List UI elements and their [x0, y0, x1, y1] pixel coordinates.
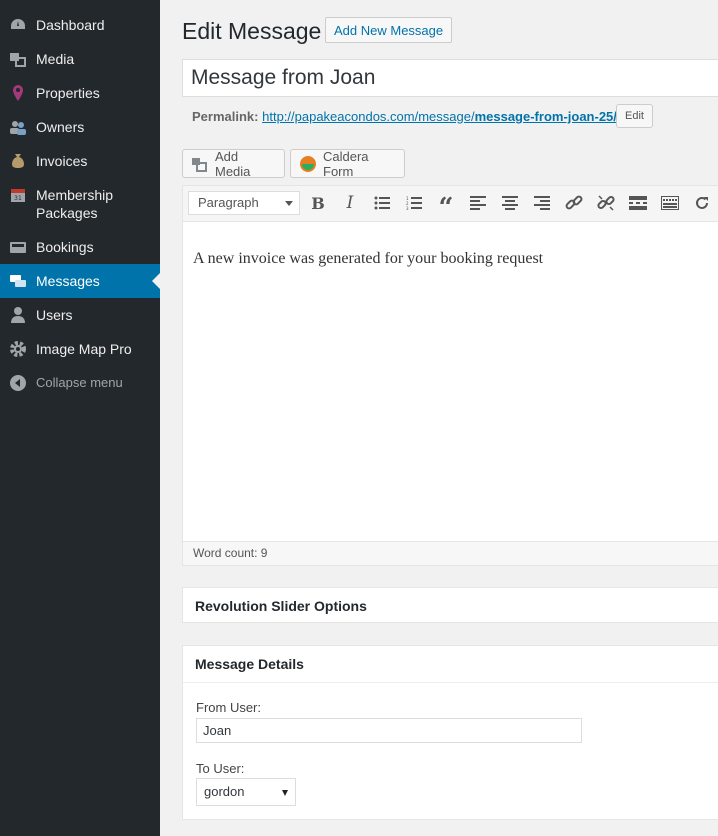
toolbar-toggle-icon: [661, 196, 679, 210]
message-details-title: Message Details: [195, 656, 304, 672]
permalink-link[interactable]: http://papakeacondos.com/message/message…: [262, 109, 617, 124]
permalink-label: Permalink:: [192, 109, 259, 124]
word-count: Word count: 9: [183, 541, 718, 565]
numbered-list-icon: 123: [406, 196, 422, 210]
collapse-menu-button[interactable]: Collapse menu: [0, 374, 160, 392]
user-icon: [9, 306, 27, 324]
sidebar-item-properties[interactable]: Properties: [0, 84, 160, 102]
align-center-button[interactable]: [498, 192, 522, 214]
refresh-icon: [696, 196, 708, 209]
add-media-button[interactable]: Add Media: [182, 148, 285, 179]
sidebar-item-users[interactable]: Users: [0, 306, 160, 324]
svg-text:3: 3: [406, 206, 409, 210]
money-bag-icon: [9, 152, 27, 170]
caldera-form-button[interactable]: Caldera Form: [290, 148, 405, 179]
format-select[interactable]: Paragraph: [188, 191, 300, 215]
italic-button[interactable]: I: [338, 192, 362, 214]
bullet-list-icon: [374, 196, 390, 210]
dashboard-icon: [9, 16, 27, 34]
sidebar-item-dashboard[interactable]: Dashboard: [0, 16, 160, 34]
divider: [183, 682, 718, 683]
chevron-down-icon: [285, 201, 293, 206]
insert-link-button[interactable]: [562, 192, 586, 214]
align-right-button[interactable]: [530, 192, 554, 214]
from-user-input[interactable]: [196, 718, 582, 743]
svg-text:31: 31: [14, 195, 22, 202]
sidebar-item-invoices[interactable]: Invoices: [0, 152, 160, 170]
sidebar-item-owners[interactable]: Owners: [0, 118, 160, 136]
owners-icon: [9, 118, 27, 136]
revolution-slider-options-box[interactable]: Revolution Slider Options: [182, 587, 718, 623]
sidebar-item-media[interactable]: Media: [0, 50, 160, 68]
sidebar-item-label: Dashboard: [36, 17, 105, 33]
message-title-input[interactable]: [182, 59, 718, 97]
sidebar-item-membership-packages[interactable]: 31 Membership Packages: [0, 186, 160, 222]
blockquote-button[interactable]: “: [434, 192, 458, 221]
sidebar-item-messages[interactable]: Messages: [0, 264, 160, 298]
align-center-icon: [502, 196, 518, 210]
align-left-button[interactable]: [466, 192, 490, 214]
collapse-arrow-icon: [9, 374, 27, 392]
editor-content[interactable]: A new invoice was generated for your boo…: [193, 250, 543, 268]
caldera-logo-icon: [299, 155, 317, 173]
page-title: Edit Message: [182, 18, 322, 44]
gear-icon: [9, 340, 27, 358]
chevron-down-icon: [282, 790, 288, 796]
sidebar-item-label: Image Map Pro: [36, 341, 132, 357]
caldera-form-label: Caldera Form: [323, 148, 369, 179]
remove-link-button[interactable]: [594, 192, 618, 214]
media-icon: [9, 50, 27, 68]
sidebar-item-label: Properties: [36, 85, 100, 101]
format-select-value: Paragraph: [198, 195, 259, 210]
sidebar-item-bookings[interactable]: Bookings: [0, 238, 160, 256]
revolution-slider-options-title: Revolution Slider Options: [195, 598, 367, 614]
bookings-icon: [9, 238, 27, 256]
unlink-icon: [597, 195, 615, 211]
align-left-icon: [470, 196, 486, 210]
sidebar-item-label: Media: [36, 51, 75, 67]
refresh-button[interactable]: [690, 192, 714, 214]
permalink-edit-button[interactable]: Edit: [616, 104, 653, 128]
numbered-list-button[interactable]: 123: [402, 192, 426, 214]
sidebar-item-label: Messages: [36, 273, 100, 289]
permalink: Permalink: http://papakeacondos.com/mess…: [192, 108, 617, 126]
toolbar-toggle-button[interactable]: [658, 192, 682, 214]
media-icon: [191, 156, 209, 172]
link-icon: [565, 195, 583, 210]
sidebar-item-label: Membership Packages: [36, 187, 114, 221]
italic-icon: I: [346, 193, 354, 213]
content-editor[interactable]: Paragraph B I 123 “ A new invoice was ge…: [182, 185, 718, 566]
bold-icon: B: [311, 193, 325, 213]
add-new-message-button[interactable]: Add New Message: [325, 17, 453, 43]
map-pin-icon: [9, 84, 27, 102]
bullet-list-button[interactable]: [370, 192, 394, 214]
sidebar-item-label: Bookings: [36, 239, 94, 255]
sidebar-item-label: Invoices: [36, 153, 88, 169]
read-more-button[interactable]: [626, 192, 650, 214]
permalink-base: http://papakeacondos.com/message/: [262, 109, 475, 124]
add-media-label: Add Media: [215, 148, 251, 179]
to-user-select[interactable]: gordon: [196, 778, 296, 806]
editor-toolbar: Paragraph B I 123 “: [183, 186, 718, 222]
messages-icon: [9, 272, 27, 290]
sidebar-item-label: Owners: [36, 119, 85, 135]
calendar-icon: 31: [9, 186, 27, 204]
permalink-slug: message-from-joan-25/: [474, 109, 617, 124]
read-more-icon: [629, 196, 647, 210]
sidebar-item-label: Users: [36, 307, 73, 323]
to-user-label: To User:: [196, 761, 245, 776]
message-details-box: Message Details From User: To User: gord…: [182, 645, 718, 820]
collapse-menu-label: Collapse menu: [36, 375, 123, 390]
bold-button[interactable]: B: [306, 192, 330, 214]
to-user-select-value: gordon: [204, 784, 245, 799]
sidebar-item-image-map-pro[interactable]: Image Map Pro: [0, 340, 160, 358]
align-right-icon: [534, 196, 550, 210]
from-user-label: From User:: [196, 700, 261, 715]
admin-sidebar: Dashboard Media Properties Owners Invoic…: [0, 0, 160, 836]
blockquote-icon: “: [438, 193, 454, 223]
